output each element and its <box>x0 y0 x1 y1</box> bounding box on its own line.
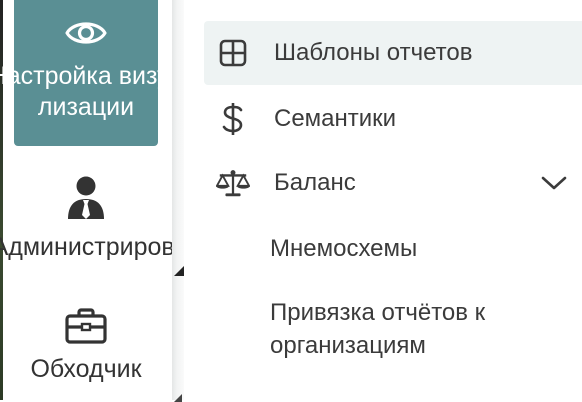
menu-item-mnemonic-schemes[interactable]: Мнемосхемы <box>270 232 562 265</box>
menu-item-semantics[interactable]: Семантики <box>204 87 582 151</box>
table-grid-icon <box>216 39 250 67</box>
menu-item-label: Шаблоны отчетов <box>274 39 473 66</box>
menu-item-balance[interactable]: Баланс <box>204 151 582 215</box>
scales-icon <box>216 168 250 198</box>
rail-edge <box>0 0 3 400</box>
rail-item-label: Администрирование <box>0 233 172 261</box>
menu-item-label: Семантики <box>274 105 397 132</box>
rail-item-administration[interactable]: Администрирование <box>0 176 172 296</box>
user-tie-icon <box>68 176 104 219</box>
eye-icon <box>65 22 107 44</box>
menu-item-report-templates[interactable]: Шаблоны отчетов <box>204 21 582 85</box>
briefcase-icon <box>65 308 107 344</box>
rail-divider <box>172 0 184 400</box>
rail-item-label: Обходчик <box>30 355 142 383</box>
submenu-panel: Шаблоны отчетов Семантики Баланс Мнемосх… <box>184 0 582 400</box>
rail-item-label: Настройка визуализации <box>0 62 172 121</box>
rail-item-walker[interactable]: Обходчик <box>14 308 158 400</box>
resize-handle-bottom[interactable] <box>174 394 182 402</box>
rail-item-visualization-settings[interactable]: Настройка визуализации <box>0 0 172 146</box>
side-rail: Настройка визуализации Администрирование… <box>0 0 172 400</box>
menu-item-report-organization-binding[interactable]: Привязка отчётов к организациям <box>270 296 562 362</box>
chevron-down-icon[interactable] <box>540 173 568 193</box>
menu-item-label: Баланс <box>274 169 356 196</box>
dollar-icon <box>216 102 250 136</box>
